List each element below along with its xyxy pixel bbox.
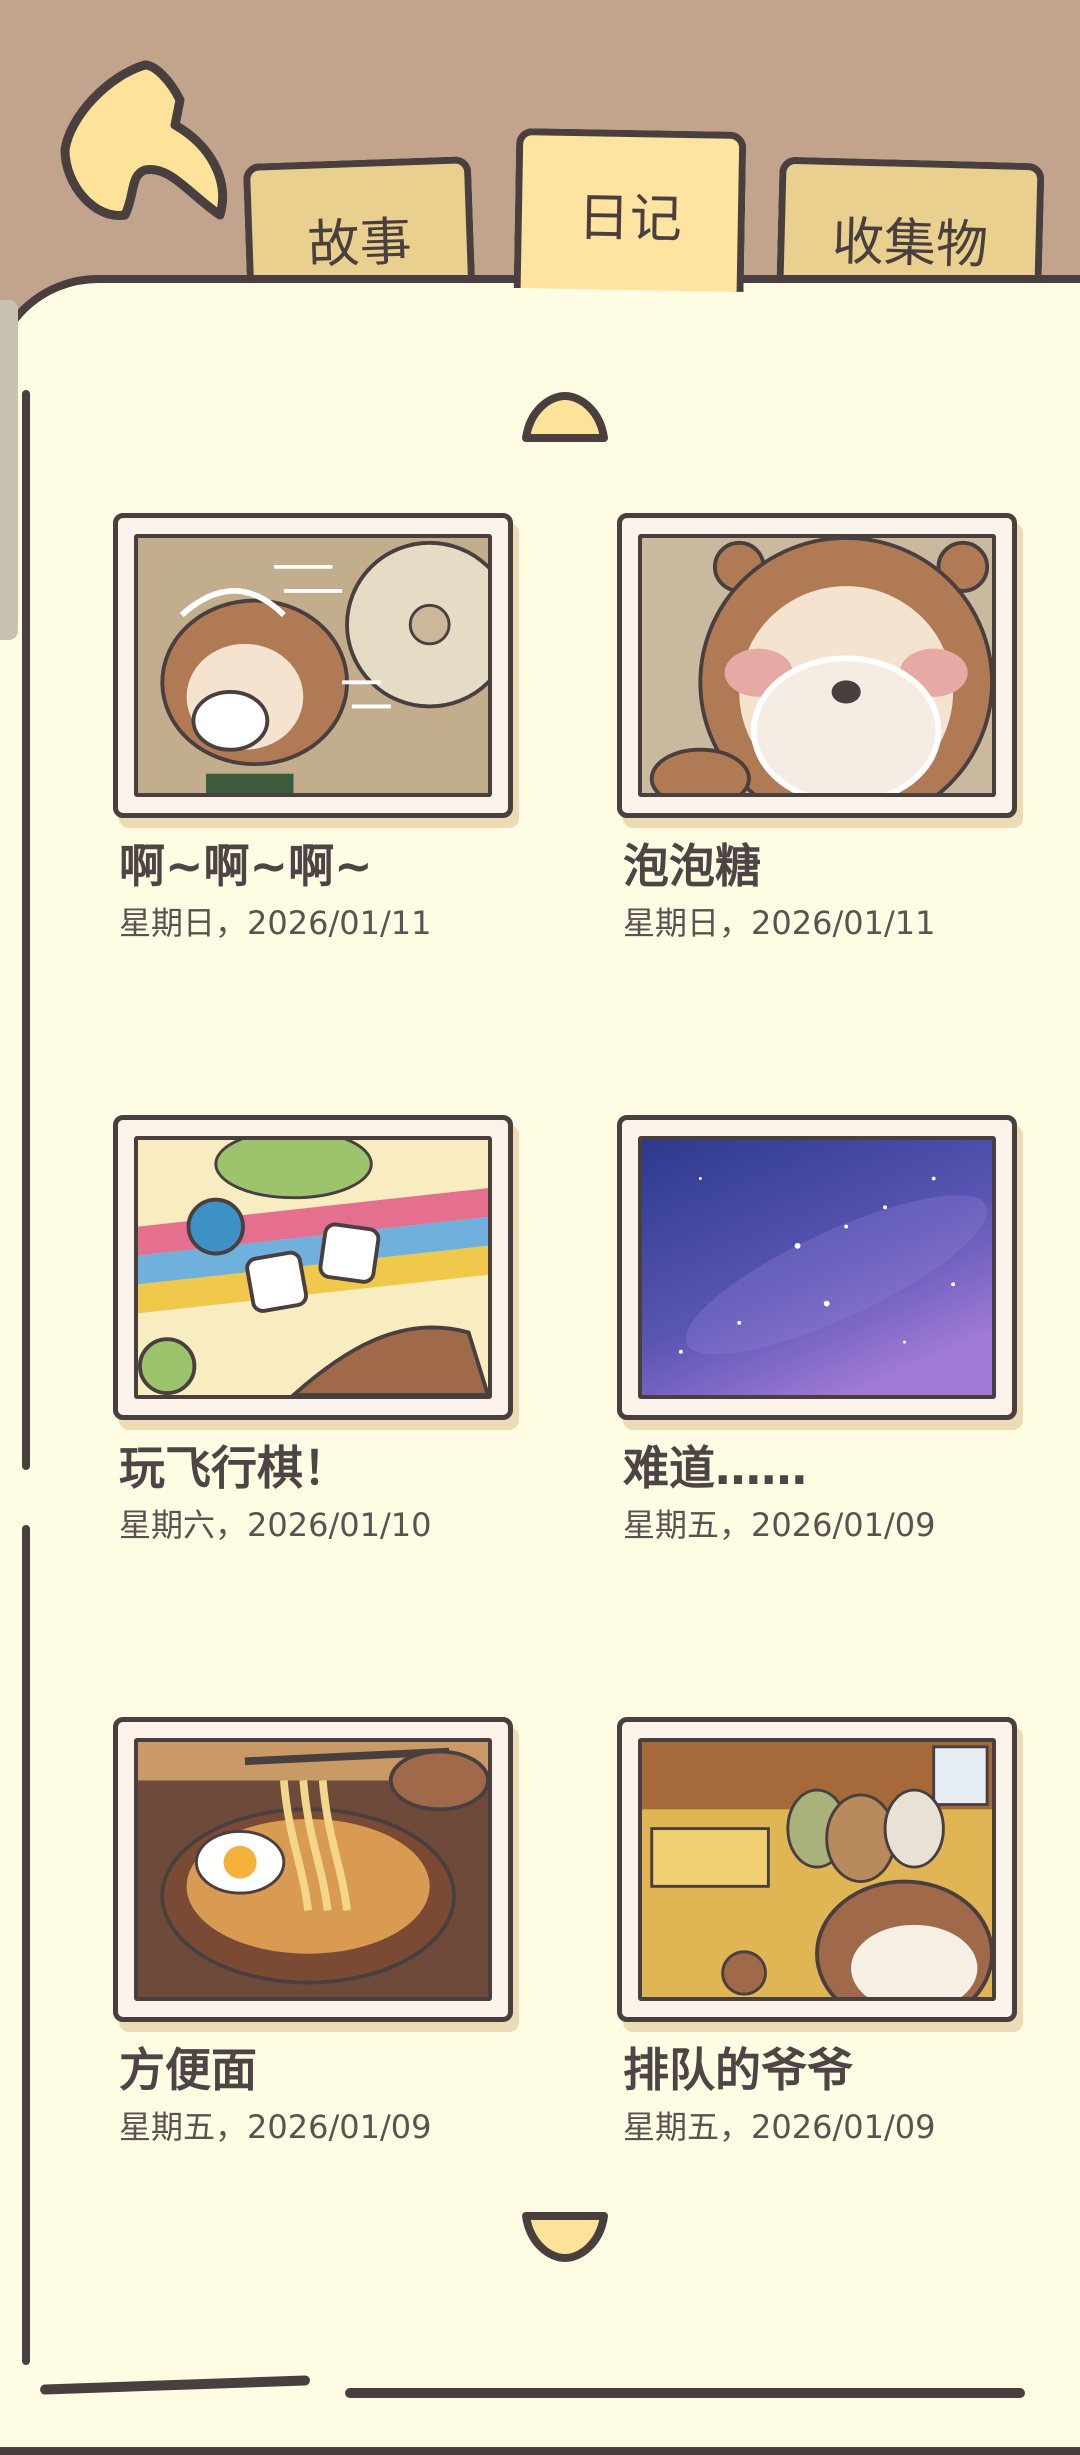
tab-collection-label: 收集物 (831, 211, 989, 277)
starry-sky-photo (638, 1136, 996, 1399)
tab-story-label: 故事 (306, 212, 413, 276)
diary-entry-card[interactable]: 啊~啊~啊~ 星期日，2026/01/11 (113, 513, 533, 944)
tab-diary[interactable]: 日记 (513, 128, 747, 292)
diary-entry-card[interactable]: 难道…… 星期五，2026/01/09 (617, 1115, 1037, 1546)
tab-collection[interactable]: 收集物 (776, 156, 1045, 294)
entry-title: 玩飞行棋！ (119, 1441, 349, 1495)
scroll-up-button[interactable] (520, 390, 610, 446)
queueing-grandpa-photo (638, 1738, 996, 2001)
tab-story[interactable]: 故事 (242, 156, 476, 294)
instant-noodles-photo (134, 1738, 492, 2001)
chevron-down-icon (522, 2212, 608, 2262)
entry-photo (113, 1115, 513, 1420)
page-edge (22, 1525, 30, 2365)
entry-title: 方便面 (119, 2043, 257, 2097)
entry-date: 星期五，2026/01/09 (623, 1506, 936, 1544)
entry-date: 星期日，2026/01/11 (623, 904, 936, 942)
bubble-gum-photo (638, 534, 996, 797)
diary-entry-card[interactable]: 排队的爷爷 星期五，2026/01/09 (617, 1717, 1037, 2148)
entry-photo (617, 1115, 1017, 1420)
entry-title: 难道…… (623, 1441, 807, 1495)
entry-date: 星期六，2026/01/10 (119, 1506, 432, 1544)
diary-entry-card[interactable]: 玩飞行棋！ 星期六，2026/01/10 (113, 1115, 533, 1546)
chevron-up-icon (522, 392, 608, 442)
back-button[interactable] (50, 55, 250, 235)
entry-date: 星期日，2026/01/11 (119, 904, 432, 942)
page-edge (22, 390, 30, 1470)
page-bottom-line (345, 2388, 1025, 2398)
diary-entry-card[interactable]: 方便面 星期五，2026/01/09 (113, 1717, 533, 2148)
scrollbar[interactable] (0, 300, 18, 640)
entry-date: 星期五，2026/01/09 (623, 2108, 936, 2146)
back-arrow-icon (60, 60, 228, 220)
entry-title: 泡泡糖 (623, 839, 761, 893)
entry-title: 排队的爷爷 (623, 2043, 853, 2097)
scroll-down-button[interactable] (520, 2208, 610, 2264)
flight-chess-photo (134, 1136, 492, 1399)
entry-date: 星期五，2026/01/09 (119, 2108, 432, 2146)
diary-entry-card[interactable]: 泡泡糖 星期日，2026/01/11 (617, 513, 1037, 944)
entry-photo (617, 1717, 1017, 2022)
entry-photo (113, 1717, 513, 2022)
fan-photo (134, 534, 492, 797)
entry-photo (113, 513, 513, 818)
entry-photo (617, 513, 1017, 818)
tab-diary-label: 日记 (577, 188, 683, 250)
entry-title: 啊~啊~啊~ (119, 839, 373, 893)
